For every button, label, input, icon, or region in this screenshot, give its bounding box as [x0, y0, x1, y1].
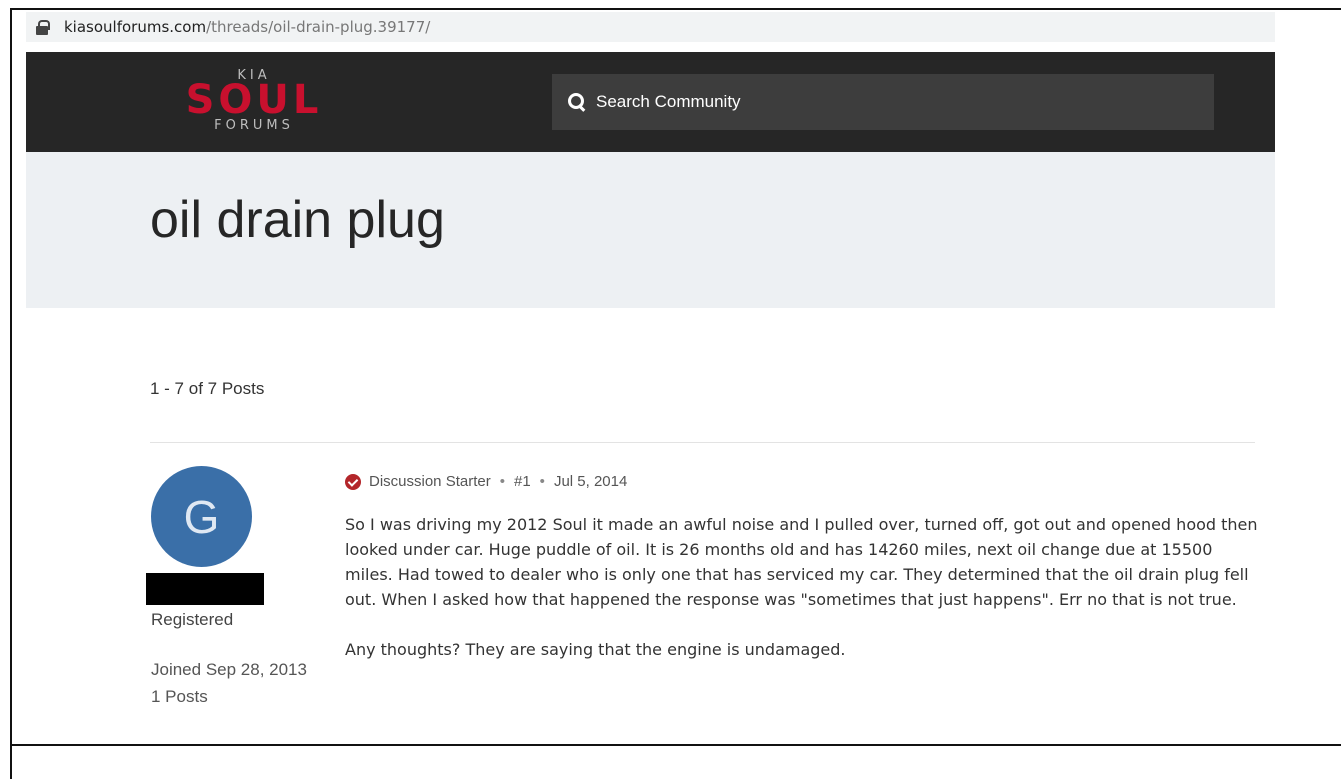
site-logo[interactable]: KIA SOUL FORUMS	[154, 66, 354, 140]
search-placeholder: Search Community	[596, 92, 741, 111]
page-title: oil drain plug	[150, 191, 445, 249]
divider	[150, 442, 1255, 443]
url-host: kiasoulforums.com	[64, 18, 207, 36]
lock-icon	[36, 20, 50, 35]
meta-separator: •	[539, 473, 545, 490]
check-circle-icon	[345, 473, 361, 490]
title-band: oil drain plug	[26, 152, 1275, 308]
avatar[interactable]: G	[151, 466, 252, 567]
search-input[interactable]: Search Community	[552, 74, 1214, 130]
frame-edge	[10, 744, 12, 779]
post-date: Jul 5, 2014	[553, 473, 628, 490]
post-body: So I was driving my 2012 Soul it made an…	[345, 512, 1265, 687]
discussion-starter-badge: Discussion Starter	[369, 473, 491, 490]
url-path: /threads/oil-drain-plug.39177/	[206, 18, 431, 36]
user-joined-date: Joined Sep 28, 2013	[151, 660, 307, 679]
user-post-count: 1 Posts	[151, 687, 208, 706]
user-role: Registered	[151, 610, 234, 629]
address-bar[interactable]: kiasoulforums.com /threads/oil-drain-plu…	[26, 12, 1275, 42]
frame-divider	[10, 744, 1341, 746]
site-header: KIA SOUL FORUMS Search Community	[26, 52, 1275, 152]
meta-separator: •	[499, 473, 505, 490]
post-count: 1 - 7 of 7 Posts	[150, 379, 265, 398]
avatar-letter: G	[183, 490, 220, 543]
post-meta: Discussion Starter • #1 • Jul 5, 2014	[345, 473, 627, 490]
logo-main-text: SOUL	[185, 77, 323, 123]
post-paragraph: So I was driving my 2012 Soul it made an…	[345, 515, 1258, 609]
post-paragraph: Any thoughts? They are saying that the e…	[345, 640, 846, 659]
post-number-link[interactable]: #1	[514, 473, 531, 490]
logo-bottom-text: FORUMS	[214, 118, 294, 133]
search-icon	[568, 93, 586, 111]
redacted-username	[146, 573, 264, 605]
